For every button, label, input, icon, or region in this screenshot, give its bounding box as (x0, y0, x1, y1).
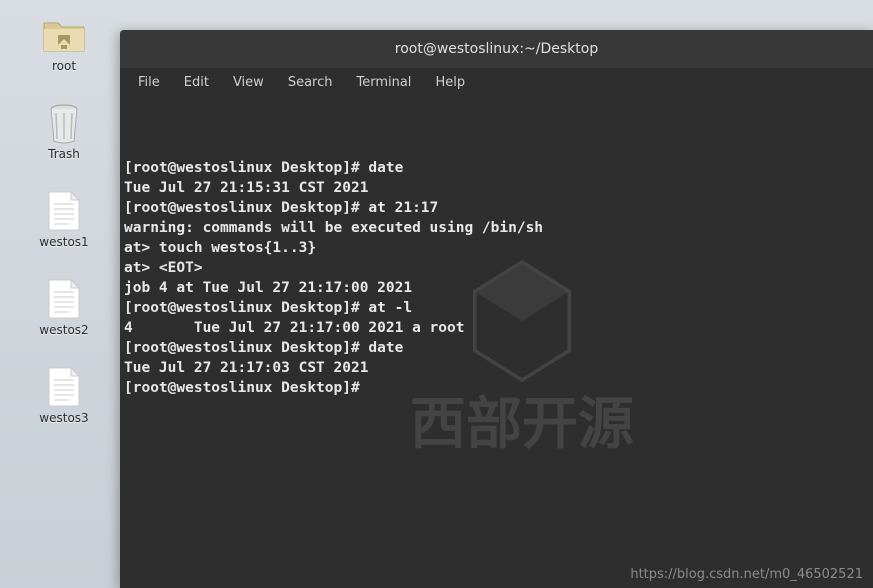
menu-search[interactable]: Search (278, 71, 343, 94)
file-icon (40, 191, 88, 231)
file-icon (40, 367, 88, 407)
menu-view[interactable]: View (223, 71, 274, 94)
menu-bar: FileEditViewSearchTerminalHelp (120, 68, 873, 96)
trash[interactable]: Trash (28, 103, 100, 161)
icon-label: westos2 (39, 323, 88, 337)
window-title: root@westoslinux:~/Desktop (395, 41, 599, 57)
trash-icon (40, 103, 88, 143)
file-icon (40, 279, 88, 319)
icon-label: root (52, 59, 76, 73)
terminal-window: root@westoslinux:~/Desktop FileEditViewS… (120, 30, 873, 588)
file-westos2[interactable]: westos2 (28, 279, 100, 337)
folder-icon (40, 15, 88, 55)
icon-label: westos1 (39, 235, 88, 249)
terminal-output: [root@westoslinux Desktop]# date Tue Jul… (124, 158, 869, 398)
menu-terminal[interactable]: Terminal (346, 71, 421, 94)
file-westos1[interactable]: westos1 (28, 191, 100, 249)
terminal-body[interactable]: 西部开源 [root@westoslinux Desktop]# date Tu… (120, 96, 873, 588)
window-title-bar: root@westoslinux:~/Desktop (120, 30, 873, 68)
menu-file[interactable]: File (128, 71, 170, 94)
icon-label: Trash (48, 147, 80, 161)
menu-help[interactable]: Help (425, 71, 475, 94)
root-folder[interactable]: root (28, 15, 100, 73)
icon-label: westos3 (39, 411, 88, 425)
desktop-icons: root Trash westos1 westos2 westos3 (28, 15, 100, 425)
menu-edit[interactable]: Edit (174, 71, 219, 94)
csdn-watermark: https://blog.csdn.net/m0_46502521 (630, 567, 863, 582)
file-westos3[interactable]: westos3 (28, 367, 100, 425)
